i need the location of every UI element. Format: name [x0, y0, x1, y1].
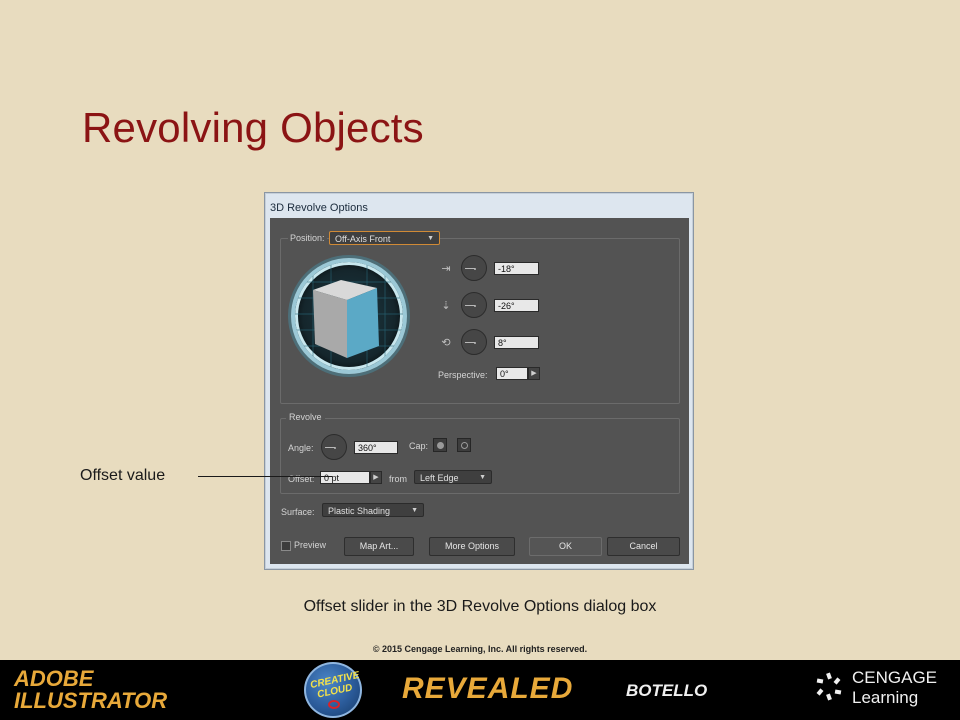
- adobe-illustrator-logo: ADOBE ILLUSTRATOR: [14, 668, 167, 712]
- position-dropdown[interactable]: Off-Axis Front ▼: [329, 231, 440, 245]
- ok-button[interactable]: OK: [529, 537, 602, 556]
- cube-left-face: [313, 290, 347, 358]
- z-rotation-dial[interactable]: [461, 329, 487, 355]
- cengage-logo-line2: Learning: [852, 688, 919, 707]
- cube-front-face: [347, 288, 379, 358]
- angle-dial[interactable]: [321, 434, 347, 460]
- from-dropdown-value: Left Edge: [420, 473, 459, 483]
- slide-title: Revolving Objects: [82, 104, 424, 151]
- figure-caption: Offset slider in the 3D Revolve Options …: [303, 598, 657, 615]
- adobe-logo-line1: ADOBE: [14, 666, 94, 691]
- from-dropdown[interactable]: Left Edge ▼: [414, 470, 492, 484]
- cengage-logo-icon: [816, 672, 842, 701]
- copyright-notice: © 2015 Cengage Learning, Inc. All rights…: [372, 644, 588, 654]
- y-rotation-dial[interactable]: [461, 292, 487, 318]
- chevron-down-icon: ▼: [427, 235, 434, 242]
- z-axis-rotate-icon: ⟲: [441, 337, 451, 349]
- position-label: Position:: [288, 233, 327, 243]
- cengage-logo-text: CENGAGE Learning: [852, 668, 937, 708]
- offset-value-callout: Offset value: [80, 467, 166, 484]
- perspective-slider-button[interactable]: ▶: [528, 367, 540, 380]
- from-label: from: [389, 474, 407, 484]
- chevron-down-icon: ▼: [479, 474, 486, 481]
- revealed-logo: REVEALED: [402, 672, 574, 705]
- preview-checkbox[interactable]: [281, 541, 291, 551]
- cap-on-button[interactable]: [433, 438, 447, 452]
- callout-leader-line: [198, 476, 332, 477]
- y-rotation-field[interactable]: -26°: [494, 299, 539, 312]
- author-name: BOTELLO: [626, 681, 708, 700]
- x-axis-rotate-icon: ⇥: [441, 263, 451, 275]
- perspective-label: Perspective:: [438, 370, 488, 380]
- cengage-logo-line1: CENGAGE: [852, 668, 938, 687]
- creative-cloud-badge: CREATIVE CLOUD: [304, 662, 362, 718]
- offset-field[interactable]: 0 pt: [320, 471, 370, 484]
- rotation-preview-trackball[interactable]: [291, 258, 407, 374]
- chevron-down-icon: ▼: [411, 507, 418, 514]
- surface-dropdown-value: Plastic Shading: [328, 506, 391, 516]
- revolve-group-label: Revolve: [286, 412, 325, 422]
- position-dropdown-value: Off-Axis Front: [335, 234, 391, 244]
- preview-label: Preview: [294, 540, 327, 550]
- offset-slider-button[interactable]: ▶: [370, 471, 382, 484]
- surface-label: Surface:: [281, 507, 315, 517]
- angle-field[interactable]: 360°: [354, 441, 398, 454]
- dialog-title: 3D Revolve Options: [270, 202, 368, 214]
- z-rotation-field[interactable]: 8°: [494, 336, 539, 349]
- creative-cloud-icon: [328, 700, 340, 709]
- cube-preview: [295, 262, 403, 370]
- x-rotation-dial[interactable]: [461, 255, 487, 281]
- cap-off-button[interactable]: [457, 438, 471, 452]
- angle-label: Angle:: [288, 443, 314, 453]
- map-art-button[interactable]: Map Art...: [344, 537, 414, 556]
- x-rotation-field[interactable]: -18°: [494, 262, 539, 275]
- surface-dropdown[interactable]: Plastic Shading ▼: [322, 503, 424, 517]
- cancel-button[interactable]: Cancel: [607, 537, 680, 556]
- adobe-logo-line2: ILLUSTRATOR: [14, 688, 168, 713]
- cap-label: Cap:: [409, 441, 429, 451]
- y-axis-rotate-icon: ⇣: [441, 300, 451, 312]
- more-options-button[interactable]: More Options: [429, 537, 515, 556]
- perspective-field[interactable]: 0°: [496, 367, 528, 380]
